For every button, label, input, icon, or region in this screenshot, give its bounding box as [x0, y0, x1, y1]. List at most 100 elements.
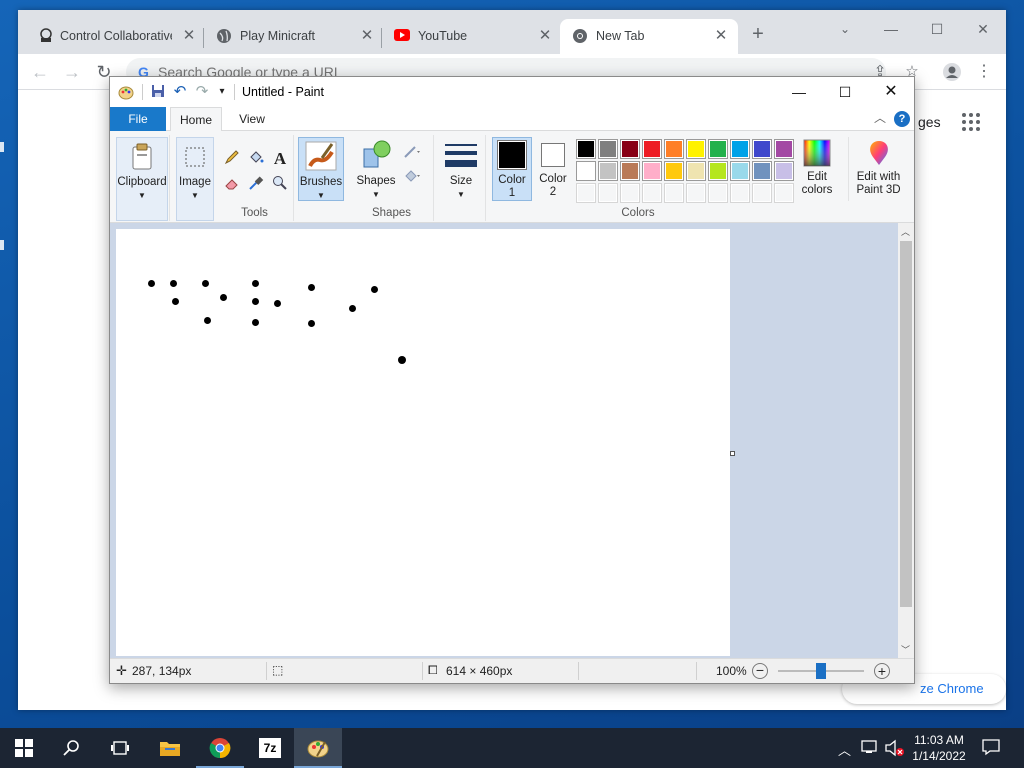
network-icon[interactable] [860, 738, 880, 756]
custom-color-slot[interactable] [576, 183, 596, 203]
menu-dots-icon[interactable]: ⋮ [974, 62, 994, 82]
zoom-in-icon[interactable]: + [874, 663, 890, 679]
color1-button[interactable]: Color 1 [492, 137, 532, 201]
palette-swatch[interactable] [664, 139, 684, 159]
profile-avatar-icon[interactable] [942, 62, 962, 82]
customize-qa-icon[interactable]: ▾ [214, 84, 230, 100]
file-explorer-icon[interactable] [146, 728, 194, 768]
palette-swatch[interactable] [598, 139, 618, 159]
tab-home[interactable]: Home [170, 107, 222, 132]
close-icon[interactable]: ✕ [712, 27, 730, 45]
notifications-icon[interactable] [982, 738, 1000, 756]
system-clock[interactable]: 11:03 AM 1/14/2022 [904, 732, 974, 764]
7zip-icon[interactable]: 7z [246, 728, 294, 768]
scrollbar-thumb[interactable] [900, 241, 912, 607]
image-button[interactable]: Image ▼ [176, 137, 214, 221]
undo-icon[interactable]: ↶ [172, 84, 188, 100]
text-tool-icon[interactable]: A [270, 149, 290, 169]
custom-color-slot[interactable] [752, 183, 772, 203]
close-icon[interactable]: ✕ [536, 27, 554, 45]
custom-color-slot[interactable] [620, 183, 640, 203]
close-window-icon[interactable]: ✕ [960, 16, 1006, 42]
color-picker-icon[interactable] [246, 175, 266, 195]
paint-taskbar-icon[interactable] [294, 728, 342, 768]
tab-file[interactable]: File [110, 107, 166, 131]
custom-color-slot[interactable] [686, 183, 706, 203]
fill-bucket-icon[interactable] [246, 149, 266, 169]
volume-muted-icon[interactable] [884, 738, 906, 758]
tab-play-minicraft[interactable]: Play Minicraft ✕ [204, 19, 382, 54]
palette-swatch[interactable] [752, 139, 772, 159]
custom-color-slot[interactable] [642, 183, 662, 203]
fill-icon[interactable] [402, 167, 422, 187]
tab-new-tab[interactable]: New Tab ✕ [560, 19, 738, 54]
redo-icon[interactable]: ↷ [194, 84, 210, 100]
eraser-icon[interactable] [222, 175, 242, 195]
desktop-icon[interactable] [0, 142, 4, 152]
close-icon[interactable]: ✕ [868, 77, 914, 107]
google-images-link[interactable]: ges [918, 114, 941, 130]
palette-swatch[interactable] [752, 161, 772, 181]
palette-swatch[interactable] [686, 139, 706, 159]
palette-swatch[interactable] [598, 161, 618, 181]
canvas-resize-handle[interactable] [730, 451, 735, 456]
palette-swatch[interactable] [664, 161, 684, 181]
collapse-ribbon-icon[interactable]: ︿ [874, 109, 886, 126]
apps-grid-icon[interactable] [962, 113, 980, 131]
tab-search-icon[interactable]: ⌄ [822, 16, 868, 42]
maximize-icon[interactable]: ☐ [914, 16, 960, 42]
save-icon[interactable] [150, 84, 166, 100]
drawing-canvas[interactable] [116, 229, 730, 656]
palette-swatch[interactable] [620, 139, 640, 159]
shapes-button[interactable]: Shapes ▼ [354, 137, 398, 201]
scroll-up-icon[interactable]: ︿ [901, 225, 910, 238]
custom-color-slot[interactable] [774, 183, 794, 203]
palette-swatch[interactable] [576, 161, 596, 181]
palette-swatch[interactable] [730, 161, 750, 181]
windows-start-icon[interactable] [0, 728, 48, 768]
close-icon[interactable]: ✕ [358, 27, 376, 45]
task-view-icon[interactable] [96, 728, 144, 768]
brushes-button[interactable]: Brushes ▼ [298, 137, 344, 201]
custom-color-slot[interactable] [598, 183, 618, 203]
close-icon[interactable]: ✕ [180, 27, 198, 45]
tab-view[interactable]: View [228, 107, 276, 131]
minimize-icon[interactable]: — [776, 77, 822, 107]
search-icon[interactable] [48, 728, 96, 768]
back-arrow-icon[interactable]: ← [30, 62, 50, 82]
vertical-scrollbar[interactable]: ︿ ﹀ [898, 223, 914, 658]
maximize-icon[interactable]: ☐ [822, 77, 868, 107]
clipboard-button[interactable]: Clipboard ▼ [116, 137, 168, 221]
custom-color-slot[interactable] [664, 183, 684, 203]
palette-swatch[interactable] [774, 161, 794, 181]
palette-swatch[interactable] [686, 161, 706, 181]
palette-swatch[interactable] [708, 139, 728, 159]
palette-swatch[interactable] [774, 139, 794, 159]
edit-colors-button[interactable]: Edit colors [794, 137, 840, 201]
desktop-icon[interactable] [0, 240, 4, 250]
new-tab-button[interactable]: + [748, 24, 768, 44]
custom-color-slot[interactable] [730, 183, 750, 203]
scroll-down-icon[interactable]: ﹀ [901, 643, 910, 656]
zoom-slider-track[interactable] [778, 663, 864, 679]
magnifier-icon[interactable] [270, 175, 290, 195]
pencil-icon[interactable] [222, 149, 242, 169]
tab-youtube[interactable]: YouTube ✕ [382, 19, 560, 54]
palette-swatch[interactable] [642, 139, 662, 159]
show-hidden-icons[interactable]: ︿ [838, 740, 851, 759]
color2-button[interactable]: Color 2 [534, 137, 572, 201]
palette-swatch[interactable] [730, 139, 750, 159]
palette-swatch[interactable] [576, 139, 596, 159]
minimize-icon[interactable]: — [868, 16, 914, 42]
size-button[interactable]: Size ▼ [440, 137, 482, 201]
zoom-out-icon[interactable]: − [752, 663, 768, 679]
edit-with-paint3d-button[interactable]: Edit with Paint 3D [848, 137, 908, 201]
zoom-slider-thumb[interactable] [816, 663, 826, 679]
outline-icon[interactable] [402, 143, 422, 163]
palette-swatch[interactable] [642, 161, 662, 181]
custom-color-slot[interactable] [708, 183, 728, 203]
palette-swatch[interactable] [620, 161, 640, 181]
palette-swatch[interactable] [708, 161, 728, 181]
forward-arrow-icon[interactable]: → [62, 62, 82, 82]
help-icon[interactable]: ? [894, 111, 910, 127]
